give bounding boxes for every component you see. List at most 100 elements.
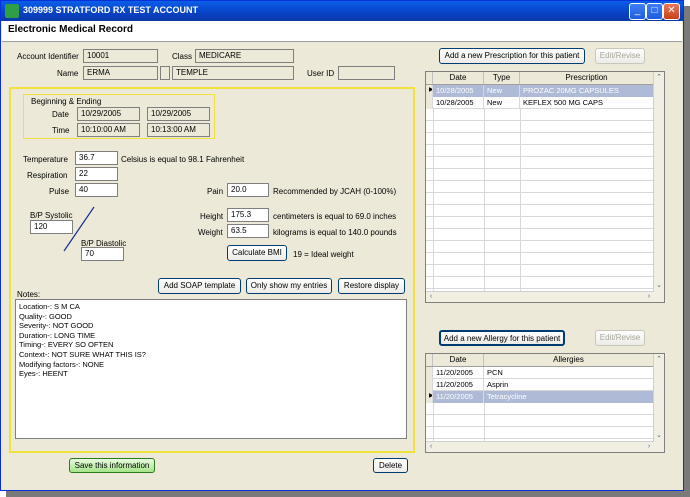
add-allergy-button[interactable]: Add a new Allergy for this patient bbox=[439, 330, 565, 346]
only-my-entries-button[interactable]: Only show my entries bbox=[246, 278, 332, 294]
first-name-field[interactable]: ERMA bbox=[83, 66, 158, 80]
last-name-field[interactable]: TEMPLE bbox=[172, 66, 294, 80]
calculate-bmi-button[interactable]: Calculate BMI bbox=[227, 245, 287, 261]
prescription-row[interactable]: ▶ 10/28/2005 New PROZAC 20MG CAPSULES bbox=[426, 85, 654, 97]
temperature-conversion: Celsius is equal to 98.1 Fahrenheit bbox=[121, 155, 245, 164]
visit-section-label: Beginning & Ending bbox=[31, 97, 102, 106]
allergy-date: 11/20/2005 bbox=[433, 367, 484, 379]
page-title: Electronic Medical Record bbox=[8, 24, 134, 35]
account-id-label: Account Identifier bbox=[17, 52, 79, 61]
allergies-header: Date Allergies bbox=[426, 354, 654, 367]
height-conversion: centimeters is equal to 69.0 inches bbox=[273, 212, 397, 221]
scroll-down-icon[interactable]: ⌄ bbox=[654, 431, 664, 441]
begin-date-field[interactable]: 10/29/2005 bbox=[77, 107, 140, 121]
save-button[interactable]: Save this information bbox=[69, 458, 155, 473]
notes-line: Quality-: GOOD bbox=[19, 311, 72, 321]
prescription-name: KEFLEX 500 MG CAPS bbox=[520, 97, 654, 109]
height-input[interactable]: 175.3 bbox=[227, 208, 269, 222]
bp-diastolic-input[interactable]: 70 bbox=[81, 247, 124, 261]
prescription-edit-button[interactable]: Edit/Revise bbox=[595, 48, 645, 64]
prescription-date: 10/28/2005 bbox=[433, 97, 484, 109]
pain-label: Pain bbox=[207, 187, 224, 196]
scroll-right-icon[interactable]: › bbox=[644, 292, 654, 302]
notes-label: Notes: bbox=[17, 290, 41, 299]
scroll-left-icon[interactable]: ‹ bbox=[426, 292, 436, 302]
page-header: Electronic Medical Record bbox=[2, 21, 682, 42]
add-soap-template-button[interactable]: Add SOAP template bbox=[158, 278, 241, 294]
notes-line: Eyes-: HEENT bbox=[19, 369, 68, 379]
maximize-button[interactable]: □ bbox=[646, 3, 663, 20]
allergy-row[interactable]: ▶ 11/20/2005 Tetracycline bbox=[426, 391, 654, 403]
respiration-input[interactable]: 22 bbox=[75, 167, 118, 181]
temperature-input[interactable]: 36.7 bbox=[75, 151, 118, 165]
temperature-label: Temperature bbox=[23, 155, 68, 164]
prescriptions-horizontal-scrollbar[interactable]: ‹ › bbox=[426, 291, 654, 302]
allergy-row[interactable]: 11/20/2005 PCN bbox=[426, 367, 654, 379]
notes-line: Duration-: LONG TIME bbox=[19, 330, 96, 340]
prescription-date: 10/28/2005 bbox=[433, 85, 484, 97]
account-id-field[interactable]: 10001 bbox=[83, 49, 158, 63]
prescription-name: PROZAC 20MG CAPSULES bbox=[520, 85, 654, 97]
notes-line: Modifying factors-: NONE bbox=[19, 359, 105, 369]
begin-time-field[interactable]: 10:10:00 AM bbox=[77, 123, 140, 137]
middle-initial-field[interactable] bbox=[160, 66, 170, 80]
scroll-right-icon[interactable]: › bbox=[644, 442, 654, 452]
prescription-type: New bbox=[484, 85, 520, 97]
respiration-label: Respiration bbox=[27, 171, 68, 180]
time-label: Time bbox=[52, 126, 70, 135]
add-prescription-button[interactable]: Add a new Prescription for this patient bbox=[439, 48, 585, 64]
restore-display-button[interactable]: Restore display bbox=[338, 278, 405, 294]
row-pointer-icon: ▶ bbox=[426, 391, 433, 403]
prescriptions-table[interactable]: Date Type Prescription ▶ 10/28/2005 New … bbox=[425, 71, 665, 303]
class-field[interactable]: MEDICARE bbox=[195, 49, 294, 63]
allergies-vertical-scrollbar[interactable]: ⌃ ⌄ bbox=[653, 354, 664, 452]
end-date-field[interactable]: 10/29/2005 bbox=[147, 107, 210, 121]
empty-rows bbox=[426, 403, 654, 442]
column-header-allergies[interactable]: Allergies bbox=[484, 354, 654, 366]
allergy-name: Tetracycline bbox=[484, 391, 654, 403]
allergies-table[interactable]: Date Allergies 11/20/2005 PCN 11/20/2005… bbox=[425, 353, 665, 453]
allergy-name: PCN bbox=[484, 367, 654, 379]
name-label: Name bbox=[57, 69, 79, 78]
row-pointer-icon: ▶ bbox=[426, 85, 433, 97]
app-window: 309999 STRATFORD RX TEST ACCOUNT _ □ ✕ E… bbox=[0, 0, 684, 491]
title-bar[interactable]: 309999 STRATFORD RX TEST ACCOUNT _ □ ✕ bbox=[1, 1, 683, 21]
pulse-label: Pulse bbox=[49, 187, 70, 196]
notes-textarea[interactable]: Location-: S M CA Quality-: GOOD Severit… bbox=[15, 299, 407, 439]
weight-input[interactable]: 63.5 bbox=[227, 224, 269, 238]
allergy-date: 11/20/2005 bbox=[433, 379, 484, 391]
delete-button[interactable]: Delete bbox=[373, 458, 408, 473]
user-id-label: User ID bbox=[307, 69, 335, 78]
weight-label: Weight bbox=[198, 228, 223, 237]
pain-input[interactable]: 20.0 bbox=[227, 183, 269, 197]
column-header-type[interactable]: Type bbox=[484, 72, 520, 84]
date-label: Date bbox=[52, 110, 69, 119]
minimize-button[interactable]: _ bbox=[629, 3, 646, 20]
prescriptions-vertical-scrollbar[interactable]: ⌃ ⌄ bbox=[653, 72, 664, 302]
end-time-field[interactable]: 10:13:00 AM bbox=[147, 123, 210, 137]
weight-conversion: kilograms is equal to 140.0 pounds bbox=[273, 228, 397, 237]
prescription-type: New bbox=[484, 97, 520, 109]
notes-line: Location-: S M CA bbox=[19, 302, 80, 311]
pulse-input[interactable]: 40 bbox=[75, 183, 118, 197]
app-icon bbox=[5, 4, 19, 18]
user-id-field[interactable] bbox=[338, 66, 395, 80]
column-header-prescription[interactable]: Prescription bbox=[520, 72, 654, 84]
prescription-row[interactable]: 10/28/2005 New KEFLEX 500 MG CAPS bbox=[426, 97, 654, 109]
allergy-date: 11/20/2005 bbox=[433, 391, 484, 403]
scroll-up-icon[interactable]: ⌃ bbox=[654, 73, 664, 83]
allergy-edit-button[interactable]: Edit/Revise bbox=[595, 330, 645, 346]
column-header-date[interactable]: Date bbox=[433, 354, 484, 366]
notes-line: Severity-: NOT GOOD bbox=[19, 321, 94, 331]
scroll-up-icon[interactable]: ⌃ bbox=[654, 355, 664, 365]
class-label: Class bbox=[172, 52, 193, 61]
scroll-down-icon[interactable]: ⌄ bbox=[654, 281, 664, 291]
allergy-row[interactable]: 11/20/2005 Asprin bbox=[426, 379, 654, 391]
column-header-date[interactable]: Date bbox=[433, 72, 484, 84]
window-title: 309999 STRATFORD RX TEST ACCOUNT bbox=[23, 5, 199, 15]
scroll-left-icon[interactable]: ‹ bbox=[426, 442, 436, 452]
close-button[interactable]: ✕ bbox=[663, 3, 680, 20]
allergy-name: Asprin bbox=[484, 379, 654, 391]
allergies-horizontal-scrollbar[interactable]: ‹ › bbox=[426, 441, 654, 452]
notes-line: Context-: NOT SURE WHAT THIS IS? bbox=[19, 349, 146, 359]
